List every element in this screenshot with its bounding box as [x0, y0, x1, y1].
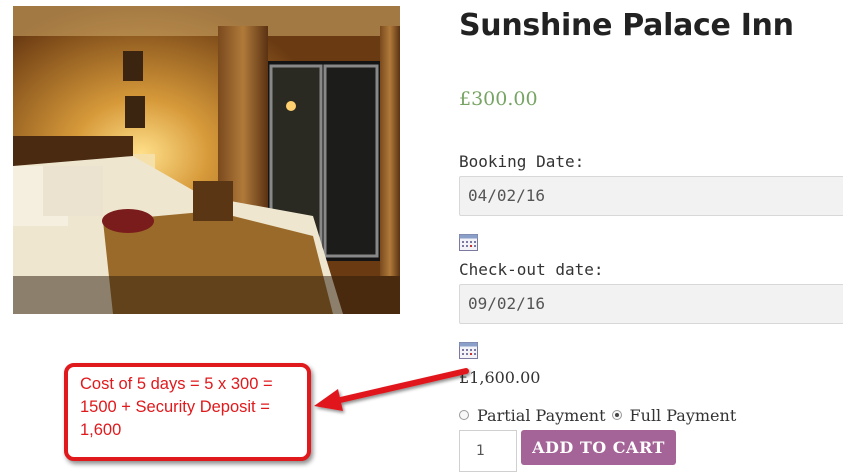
product-title: Sunshine Palace Inn [459, 8, 794, 43]
full-payment-label: Full Payment [629, 405, 737, 425]
checkout-date-input[interactable]: 09/02/16 [459, 284, 843, 324]
calendar-icon[interactable] [459, 342, 478, 359]
partial-payment-radio[interactable] [459, 410, 469, 420]
full-payment-radio[interactable] [611, 410, 622, 420]
annotation-line-2: 1500 + Security Deposit = [80, 398, 270, 416]
add-to-cart-button[interactable]: ADD TO CART [521, 430, 676, 465]
payment-options: Partial Payment Full Payment [459, 404, 736, 426]
booking-date-label: Booking Date: [459, 152, 585, 171]
calendar-icon[interactable] [459, 234, 478, 251]
product-price: £300.00 [459, 88, 538, 110]
annotation-line-3: 1,600 [80, 421, 122, 439]
partial-payment-label: Partial Payment [477, 405, 606, 425]
total-price: £1,600.00 [459, 368, 541, 387]
booking-date-input[interactable]: 04/02/16 [459, 176, 843, 216]
quantity-input[interactable]: 1 [459, 430, 517, 472]
annotation-callout: Cost of 5 days = 5 x 300 = 1500 + Securi… [64, 363, 311, 461]
annotation-line-1: Cost of 5 days = 5 x 300 = [80, 375, 273, 393]
checkout-date-label: Check-out date: [459, 260, 604, 279]
product-image[interactable] [13, 6, 400, 314]
